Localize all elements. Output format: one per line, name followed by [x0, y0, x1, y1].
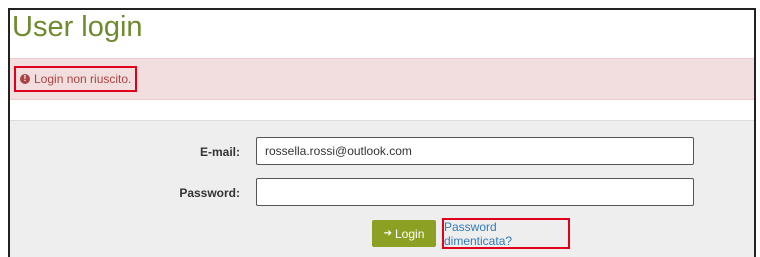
exclamation-circle-icon: ! — [20, 74, 30, 84]
sign-in-icon: ➔ — [383, 228, 392, 239]
login-button[interactable]: ➔ Login — [372, 220, 436, 247]
password-field[interactable] — [256, 178, 694, 206]
forgot-password-highlight: Password dimenticata? — [442, 218, 570, 249]
login-page: User login ! Login non riuscito. E-mail:… — [8, 8, 756, 257]
email-field[interactable] — [256, 137, 694, 165]
forgot-password-link[interactable]: Password dimenticata? — [444, 220, 568, 248]
email-label: E-mail: — [199, 145, 240, 159]
login-button-label: Login — [395, 226, 425, 241]
error-alert: ! Login non riuscito. — [10, 58, 754, 100]
password-label: Password: — [179, 186, 240, 200]
alert-message: Login non riuscito. — [34, 72, 132, 86]
page-title: User login — [12, 11, 143, 43]
alert-highlight: ! Login non riuscito. — [14, 66, 138, 92]
